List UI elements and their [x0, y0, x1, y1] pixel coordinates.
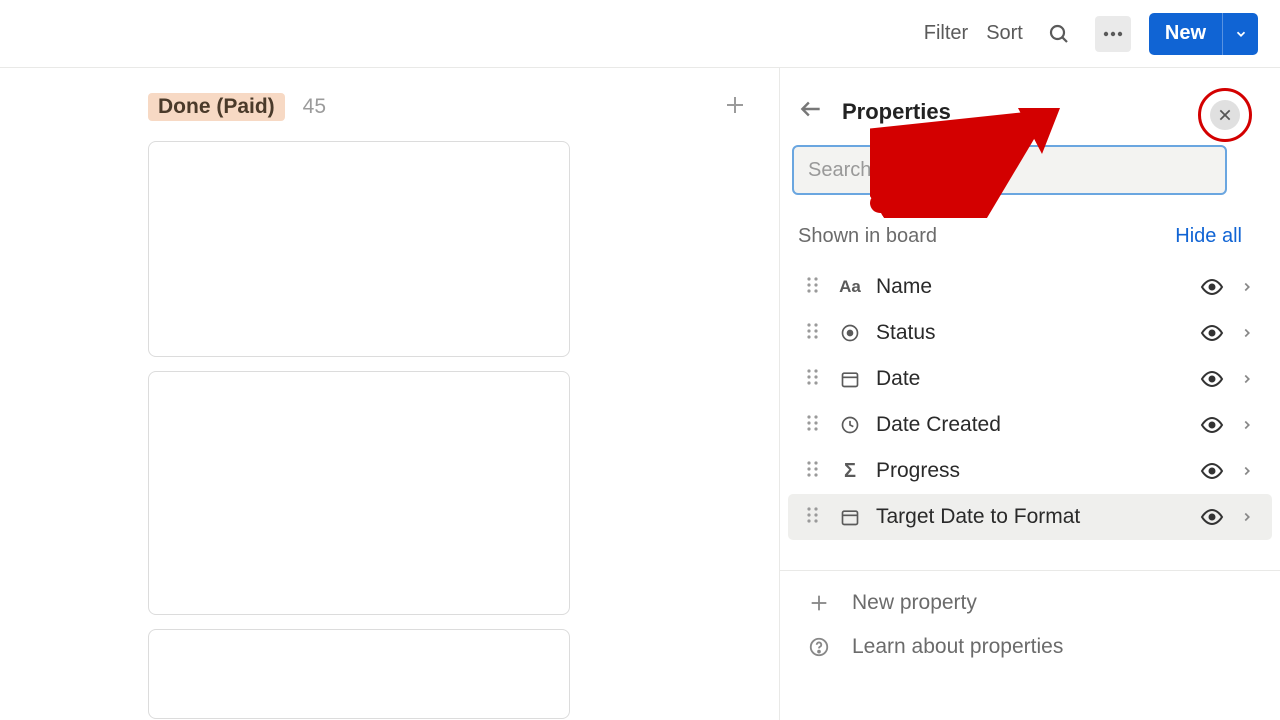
- drag-handle-icon[interactable]: [806, 414, 824, 437]
- text-icon: Aa: [838, 277, 862, 297]
- drag-handle-icon[interactable]: [806, 368, 824, 391]
- close-highlight-circle: [1198, 88, 1252, 142]
- drag-handle-icon[interactable]: [806, 276, 824, 299]
- chevron-right-icon: [1240, 510, 1256, 524]
- visibility-icon[interactable]: [1200, 413, 1226, 437]
- property-label: Date Created: [876, 413, 1186, 437]
- add-card-icon[interactable]: [723, 93, 747, 122]
- plus-icon: [806, 592, 832, 614]
- board-card[interactable]: [148, 629, 570, 719]
- board-card[interactable]: [148, 141, 570, 357]
- more-icon[interactable]: [1095, 16, 1131, 52]
- chevron-right-icon: [1240, 326, 1256, 340]
- new-button-group: New: [1149, 13, 1258, 55]
- hide-all-button[interactable]: Hide all: [1175, 225, 1242, 248]
- divider: [780, 570, 1280, 571]
- new-button[interactable]: New: [1149, 13, 1222, 55]
- board-area: Done (Paid) 45: [0, 68, 780, 720]
- clock-icon: [838, 415, 862, 435]
- board-card[interactable]: [148, 371, 570, 615]
- calendar-icon: [838, 369, 862, 389]
- new-dropdown[interactable]: [1222, 13, 1258, 55]
- column-count: 45: [303, 95, 326, 119]
- property-label: Progress: [876, 459, 1186, 483]
- property-label: Date: [876, 367, 1186, 391]
- formula-icon: Σ: [838, 460, 862, 483]
- help-icon: [806, 636, 832, 658]
- status-icon: [838, 323, 862, 343]
- top-toolbar: Filter Sort New: [0, 0, 1280, 68]
- drag-handle-icon[interactable]: [806, 460, 824, 483]
- chevron-right-icon: [1240, 280, 1256, 294]
- property-label: Name: [876, 275, 1186, 299]
- footer-label: Learn about properties: [852, 635, 1063, 659]
- chevron-right-icon: [1240, 418, 1256, 432]
- property-row-date[interactable]: Date: [788, 356, 1272, 402]
- visibility-icon[interactable]: [1200, 459, 1226, 483]
- back-icon[interactable]: [798, 96, 824, 127]
- visibility-icon[interactable]: [1200, 275, 1226, 299]
- search-icon[interactable]: [1041, 16, 1077, 52]
- drag-handle-icon[interactable]: [806, 322, 824, 345]
- section-label: Shown in board: [798, 225, 937, 248]
- property-label: Target Date to Format: [876, 505, 1186, 529]
- footer-label: New property: [852, 591, 977, 615]
- panel-title: Properties: [842, 99, 951, 125]
- filter-button[interactable]: Filter: [924, 22, 968, 45]
- property-label: Status: [876, 321, 1186, 345]
- drag-handle-icon[interactable]: [806, 506, 824, 529]
- new-property-button[interactable]: New property: [780, 581, 1280, 625]
- calendar-icon: [838, 507, 862, 527]
- close-icon[interactable]: [1210, 100, 1240, 130]
- property-row-status[interactable]: Status: [788, 310, 1272, 356]
- visibility-icon[interactable]: [1200, 367, 1226, 391]
- search-input[interactable]: [792, 145, 1227, 195]
- chevron-right-icon: [1240, 372, 1256, 386]
- property-row-date-created[interactable]: Date Created: [788, 402, 1272, 448]
- column-tag[interactable]: Done (Paid): [148, 93, 285, 121]
- properties-panel: Properties Shown in board Hide all Aa Na…: [780, 68, 1280, 720]
- chevron-right-icon: [1240, 464, 1256, 478]
- property-row-name[interactable]: Aa Name: [788, 264, 1272, 310]
- learn-properties-link[interactable]: Learn about properties: [780, 625, 1280, 669]
- sort-button[interactable]: Sort: [986, 22, 1023, 45]
- visibility-icon[interactable]: [1200, 505, 1226, 529]
- property-row-progress[interactable]: Σ Progress: [788, 448, 1272, 494]
- visibility-icon[interactable]: [1200, 321, 1226, 345]
- property-row-target-date[interactable]: Target Date to Format: [788, 494, 1272, 540]
- column-header: Done (Paid) 45: [148, 93, 779, 121]
